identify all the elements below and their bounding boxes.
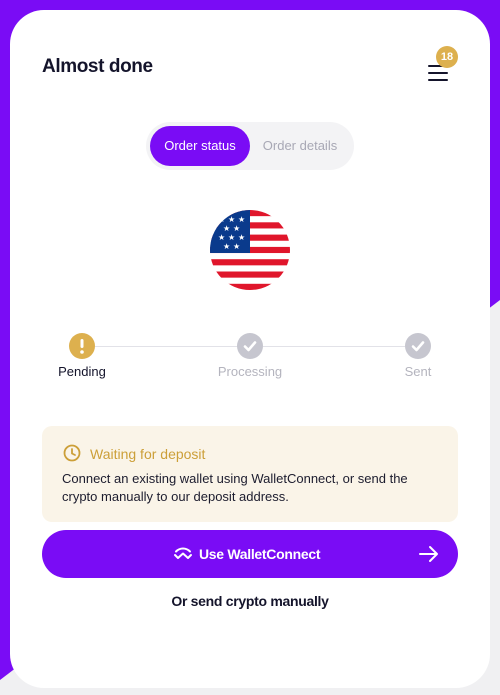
exclamation-icon <box>80 339 84 354</box>
walletconnect-button-label: Use WalletConnect <box>199 546 321 562</box>
us-flag-icon: ★ ★ ★ ★ ★ ★ ★ ★ ★ ★ <box>210 210 290 290</box>
order-card: Almost done 18 Order status Order detail… <box>10 10 490 688</box>
page-title: Almost done <box>42 56 153 77</box>
svg-text:★: ★ <box>233 242 240 251</box>
svg-text:★: ★ <box>218 215 225 224</box>
hamburger-menu-icon-bar <box>428 79 448 81</box>
check-icon <box>243 341 257 352</box>
svg-text:★: ★ <box>238 215 245 224</box>
step-processing-indicator <box>237 333 263 359</box>
tab-order-details[interactable]: Order details <box>250 126 350 166</box>
progress-line <box>263 346 405 347</box>
arrow-right-icon <box>419 546 438 562</box>
notification-badge: 18 <box>436 46 458 68</box>
send-manually-link[interactable]: Or send crypto manually <box>42 593 458 609</box>
notice-title: Waiting for deposit <box>90 446 206 462</box>
deposit-notice: Waiting for deposit Connect an existing … <box>42 426 458 522</box>
svg-text:★: ★ <box>228 215 235 224</box>
check-icon <box>411 341 425 352</box>
use-walletconnect-button[interactable]: Use WalletConnect <box>42 530 458 578</box>
step-sent-indicator <box>405 333 431 359</box>
clock-icon <box>63 444 81 462</box>
hamburger-menu-icon-bar <box>428 72 448 74</box>
tab-order-status[interactable]: Order status <box>150 126 250 166</box>
svg-text:★: ★ <box>223 224 230 233</box>
svg-text:★: ★ <box>228 233 235 242</box>
progress-line <box>95 346 239 347</box>
step-processing-label: Processing <box>217 364 283 379</box>
svg-text:★: ★ <box>233 224 240 233</box>
walletconnect-icon <box>174 547 192 559</box>
svg-text:★: ★ <box>238 233 245 242</box>
svg-text:★: ★ <box>223 242 230 251</box>
svg-text:★: ★ <box>218 233 225 242</box>
tab-bar: Order status Order details <box>146 122 354 170</box>
step-pending-indicator <box>69 333 95 359</box>
step-pending-label: Pending <box>58 364 106 379</box>
step-sent-label: Sent <box>404 364 432 379</box>
notice-body: Connect an existing wallet using WalletC… <box>62 471 408 504</box>
